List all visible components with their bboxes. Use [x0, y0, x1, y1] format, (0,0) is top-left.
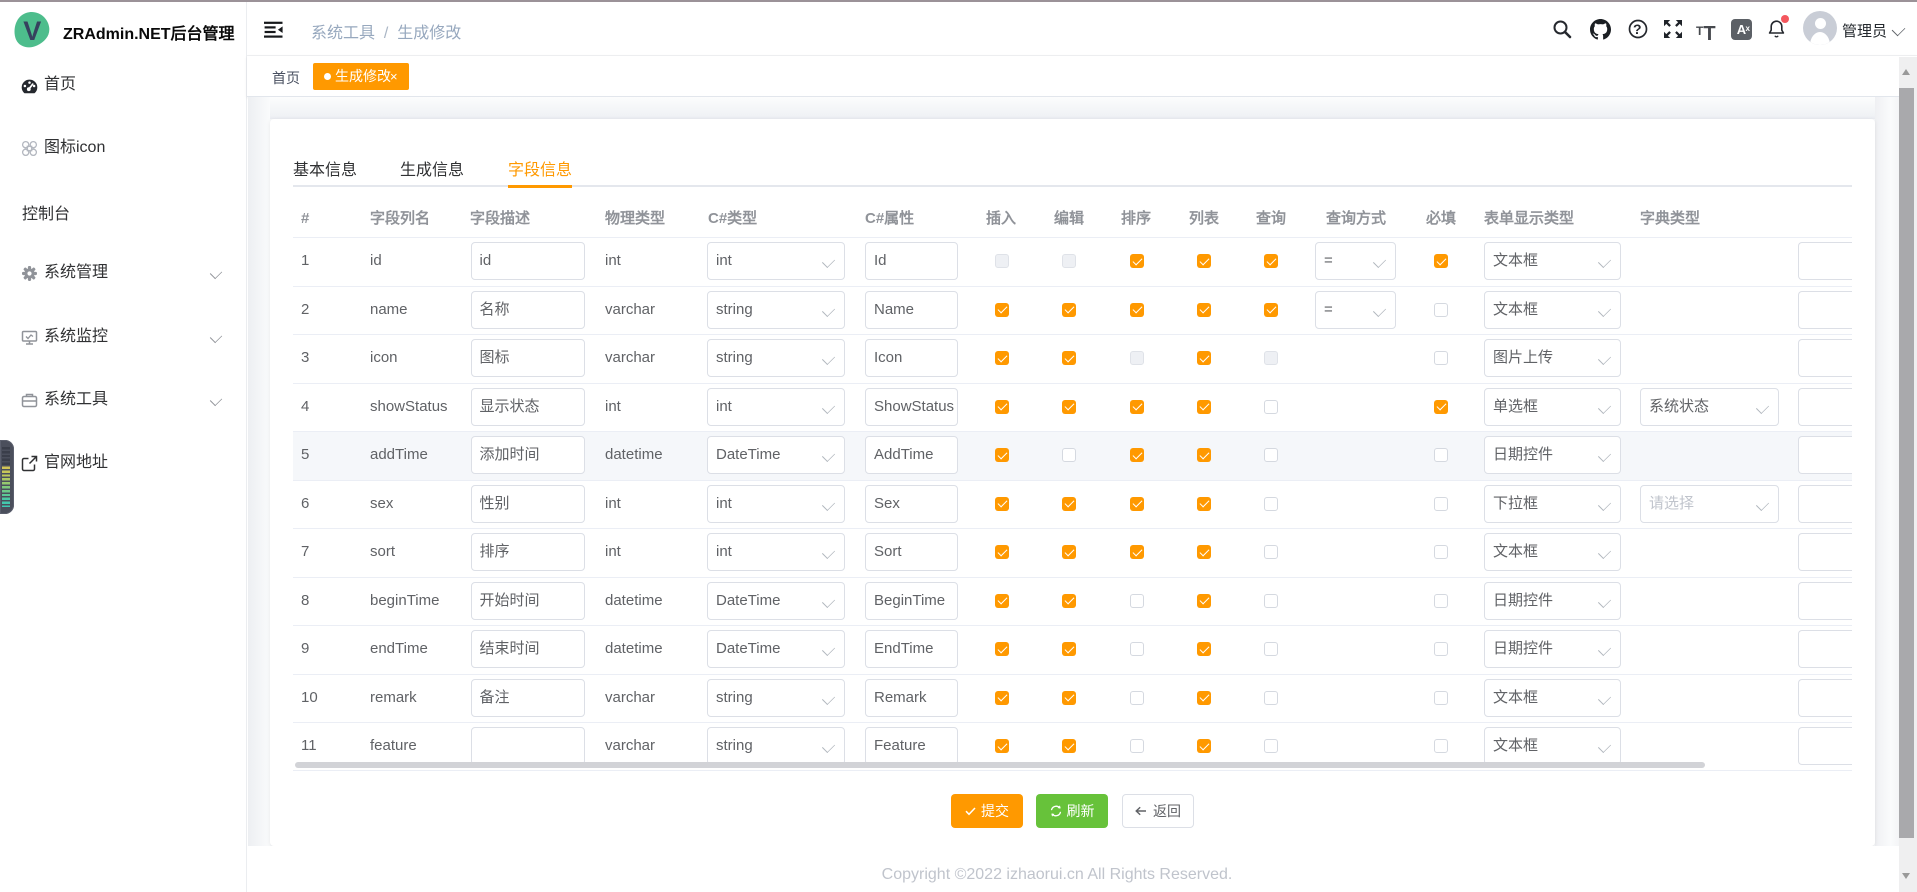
svg-text:V: V [23, 16, 41, 46]
